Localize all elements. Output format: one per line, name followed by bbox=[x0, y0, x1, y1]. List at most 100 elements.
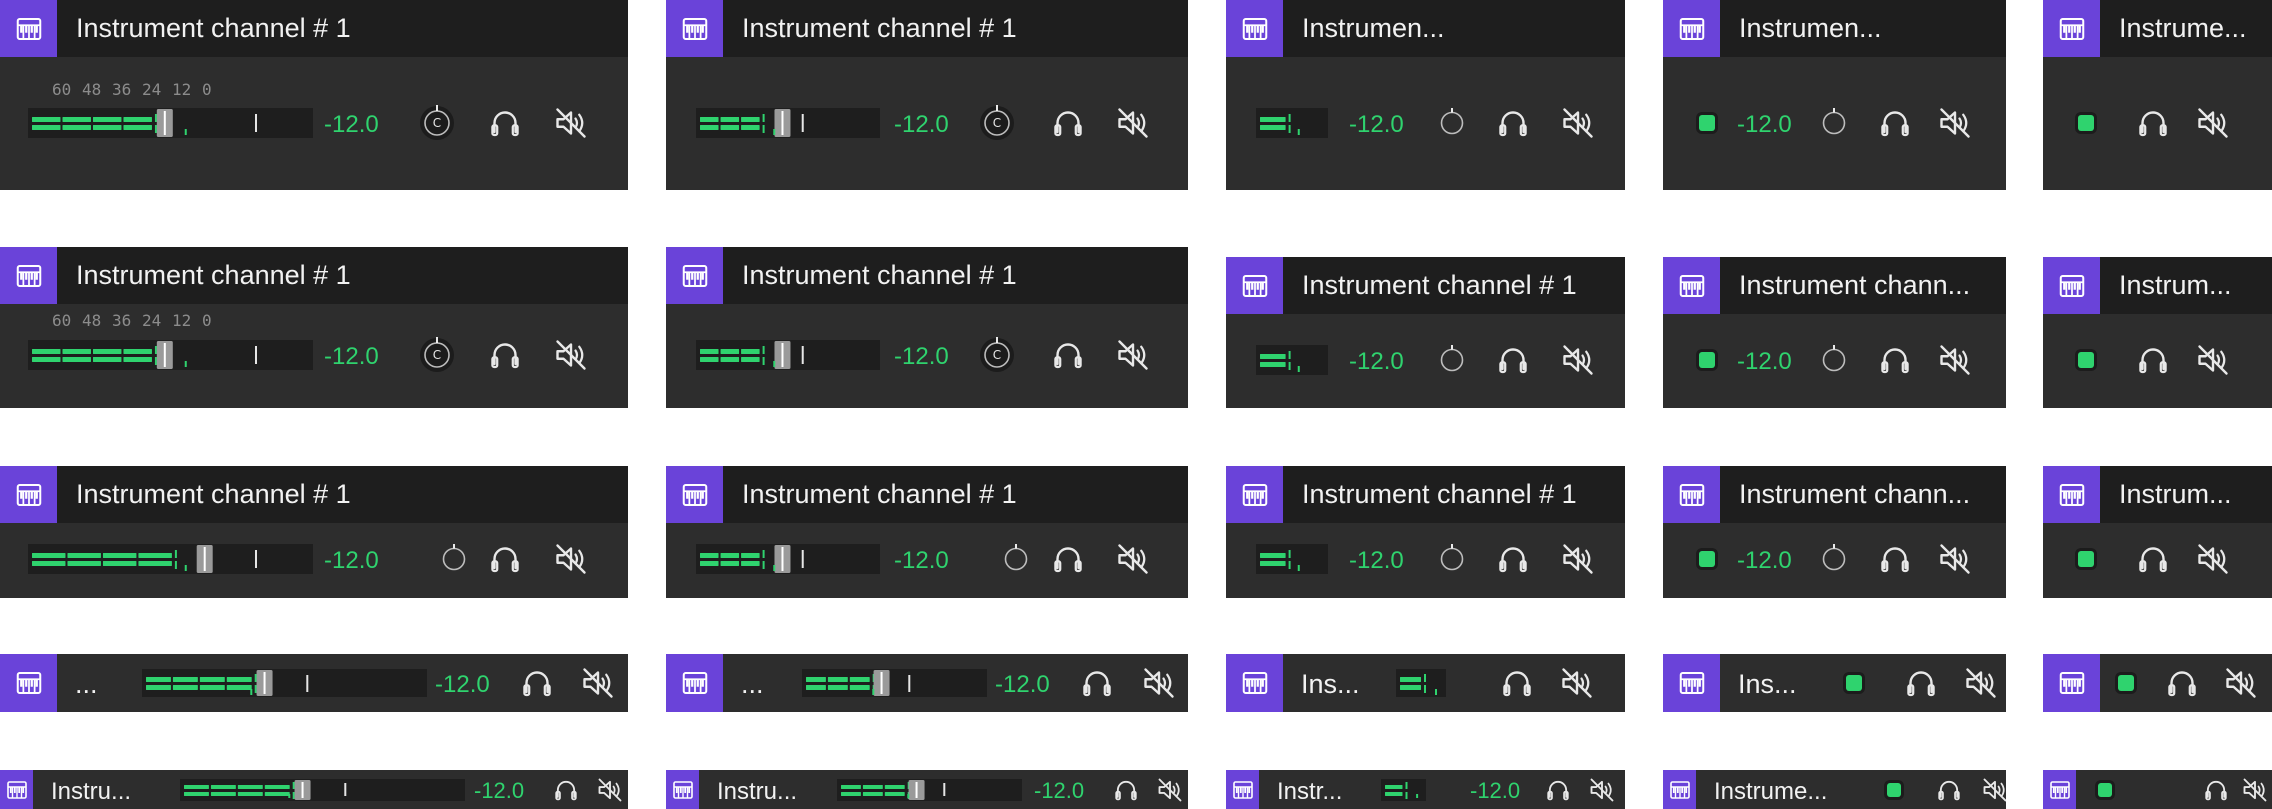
record-toggle[interactable] bbox=[2118, 675, 2134, 691]
headphones-icon[interactable] bbox=[1877, 342, 1913, 378]
headphones-icon[interactable] bbox=[2164, 665, 2200, 701]
speaker-muted-icon[interactable] bbox=[1937, 541, 1973, 577]
channel-name[interactable]: Instrument channel # 1 bbox=[1302, 270, 1614, 301]
pan-knob-icon[interactable]: C bbox=[417, 334, 457, 376]
channel-name[interactable]: Ins... bbox=[1301, 669, 1360, 700]
level-readout[interactable]: -12.0 bbox=[1737, 547, 1792, 575]
level-readout[interactable]: -12.0 bbox=[1349, 111, 1404, 139]
level-readout[interactable]: -12.0 bbox=[995, 671, 1050, 699]
track-type-badge[interactable] bbox=[2043, 257, 2100, 314]
channel-name[interactable]: Instrument chann... bbox=[1739, 479, 1995, 510]
record-toggle[interactable] bbox=[1699, 551, 1715, 567]
track-type-badge[interactable] bbox=[2043, 466, 2100, 523]
level-readout[interactable]: -12.0 bbox=[324, 343, 379, 371]
speaker-muted-icon[interactable] bbox=[2241, 776, 2269, 804]
headphones-icon[interactable] bbox=[1499, 665, 1535, 701]
speaker-muted-icon[interactable] bbox=[553, 105, 589, 141]
track-type-badge[interactable] bbox=[1226, 0, 1283, 57]
channel-name[interactable]: Instrument channel # 1 bbox=[742, 479, 1177, 510]
track-type-badge[interactable] bbox=[0, 0, 57, 57]
pan-knob-icon[interactable] bbox=[1437, 344, 1467, 376]
speaker-muted-icon[interactable] bbox=[1937, 105, 1973, 141]
level-readout[interactable]: -12.0 bbox=[474, 778, 524, 804]
channel-name[interactable]: Instrument channel # 1 bbox=[76, 13, 617, 44]
headphones-icon[interactable] bbox=[1935, 776, 1963, 804]
headphones-icon[interactable] bbox=[487, 105, 523, 141]
headphones-icon[interactable] bbox=[1050, 105, 1086, 141]
speaker-muted-icon[interactable] bbox=[1588, 776, 1616, 804]
track-type-badge[interactable] bbox=[1226, 466, 1283, 523]
track-type-badge[interactable] bbox=[1663, 466, 1720, 523]
pan-knob-icon[interactable] bbox=[1001, 543, 1031, 575]
channel-name[interactable]: Instrum... bbox=[2119, 270, 2261, 301]
track-type-badge[interactable] bbox=[666, 466, 723, 523]
track-type-badge[interactable] bbox=[666, 654, 723, 712]
channel-name[interactable]: Instrument channel # 1 bbox=[1302, 479, 1614, 510]
pan-knob-icon[interactable] bbox=[1819, 107, 1849, 139]
record-toggle[interactable] bbox=[2098, 782, 2112, 797]
track-type-badge[interactable] bbox=[1663, 654, 1720, 712]
track-type-badge[interactable] bbox=[0, 770, 33, 809]
speaker-muted-icon[interactable] bbox=[1560, 105, 1596, 141]
pan-knob-icon[interactable]: C bbox=[977, 102, 1017, 144]
level-readout[interactable]: -12.0 bbox=[894, 343, 949, 371]
track-type-badge[interactable] bbox=[2043, 770, 2076, 809]
level-readout[interactable]: -12.0 bbox=[324, 547, 379, 575]
headphones-icon[interactable] bbox=[519, 665, 555, 701]
headphones-icon[interactable] bbox=[1877, 105, 1913, 141]
track-type-badge[interactable] bbox=[1226, 770, 1259, 809]
speaker-muted-icon[interactable] bbox=[1560, 342, 1596, 378]
record-toggle[interactable] bbox=[2078, 115, 2094, 131]
pan-knob-icon[interactable] bbox=[1819, 344, 1849, 376]
level-readout[interactable]: -12.0 bbox=[1737, 348, 1792, 376]
record-toggle[interactable] bbox=[1846, 675, 1862, 691]
channel-name[interactable]: ... bbox=[75, 669, 98, 700]
headphones-icon[interactable] bbox=[2135, 105, 2171, 141]
track-type-badge[interactable] bbox=[666, 0, 723, 57]
speaker-muted-icon[interactable] bbox=[1560, 541, 1596, 577]
channel-name[interactable]: Instrume... bbox=[2119, 13, 2261, 44]
headphones-icon[interactable] bbox=[1544, 776, 1572, 804]
headphones-icon[interactable] bbox=[1079, 665, 1115, 701]
channel-name[interactable]: Instrument chann... bbox=[1739, 270, 1995, 301]
level-readout[interactable]: -12.0 bbox=[1349, 547, 1404, 575]
track-type-badge[interactable] bbox=[1226, 654, 1283, 712]
channel-name[interactable]: Instrument channel # 1 bbox=[76, 479, 617, 510]
speaker-muted-icon[interactable] bbox=[596, 776, 624, 804]
pan-knob-icon[interactable]: C bbox=[977, 334, 1017, 376]
track-type-badge[interactable] bbox=[0, 247, 57, 304]
channel-name[interactable]: Instrument channel # 1 bbox=[742, 13, 1177, 44]
pan-knob-icon[interactable]: C bbox=[417, 102, 457, 144]
headphones-icon[interactable] bbox=[487, 541, 523, 577]
headphones-icon[interactable] bbox=[1050, 541, 1086, 577]
headphones-icon[interactable] bbox=[2202, 776, 2230, 804]
headphones-icon[interactable] bbox=[1050, 337, 1086, 373]
channel-name[interactable]: Instr... bbox=[1277, 778, 1342, 806]
speaker-muted-icon[interactable] bbox=[1963, 665, 1999, 701]
track-type-badge[interactable] bbox=[0, 466, 57, 523]
speaker-muted-icon[interactable] bbox=[580, 665, 616, 701]
level-readout[interactable]: -12.0 bbox=[435, 671, 490, 699]
headphones-icon[interactable] bbox=[1495, 342, 1531, 378]
channel-name[interactable]: Instrument channel # 1 bbox=[76, 260, 617, 291]
speaker-muted-icon[interactable] bbox=[1559, 665, 1595, 701]
headphones-icon[interactable] bbox=[1495, 541, 1531, 577]
track-type-badge[interactable] bbox=[1226, 257, 1283, 314]
channel-name[interactable]: Instrumen... bbox=[1302, 13, 1614, 44]
track-type-badge[interactable] bbox=[1663, 257, 1720, 314]
record-toggle[interactable] bbox=[1887, 782, 1901, 797]
track-type-badge[interactable] bbox=[0, 654, 57, 712]
track-type-badge[interactable] bbox=[666, 247, 723, 304]
pan-knob-icon[interactable] bbox=[439, 543, 469, 575]
speaker-muted-icon[interactable] bbox=[1115, 337, 1151, 373]
level-readout[interactable]: -12.0 bbox=[1034, 778, 1084, 804]
speaker-muted-icon[interactable] bbox=[2223, 665, 2259, 701]
speaker-muted-icon[interactable] bbox=[1937, 342, 1973, 378]
track-type-badge[interactable] bbox=[1663, 0, 1720, 57]
headphones-icon[interactable] bbox=[2135, 342, 2171, 378]
speaker-muted-icon[interactable] bbox=[1981, 776, 2006, 804]
track-type-badge[interactable] bbox=[2043, 654, 2100, 712]
track-type-badge[interactable] bbox=[1663, 770, 1696, 809]
speaker-muted-icon[interactable] bbox=[553, 541, 589, 577]
speaker-muted-icon[interactable] bbox=[553, 337, 589, 373]
